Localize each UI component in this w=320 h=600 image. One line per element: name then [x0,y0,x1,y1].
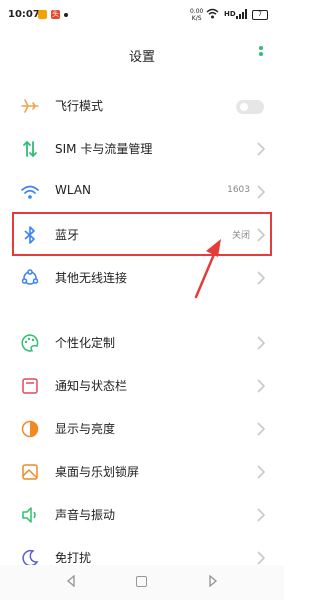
more-notifications-dot-icon [64,13,68,17]
network-type-label: HD [224,10,236,18]
network-speed-unit: K/S [191,15,202,22]
settings-row-sound[interactable]: 声音与振动 [0,493,284,537]
recents-icon[interactable] [208,575,218,587]
settings-row-sim[interactable]: SIM 卡与流量管理 [0,127,284,171]
wlan-network-name: 1603 [227,185,250,195]
network-speed-value: 0.00 [190,8,204,15]
wifi-status-icon [206,8,219,19]
chevron-right-icon [257,185,266,199]
brightness-icon [21,420,39,438]
home-icon[interactable] [136,576,147,587]
chevron-right-icon [257,465,266,479]
settings-row-display[interactable]: 显示与亮度 [0,407,284,451]
annotation-highlight-box [12,212,272,256]
notification-icon [22,378,38,394]
chevron-right-icon [257,422,266,436]
network-speed: 0.00 K/S [190,8,203,22]
chevron-right-icon [257,142,266,156]
wifi-icon [21,185,39,199]
settings-row-label: WLAN [55,183,92,197]
settings-row-label: 通知与状态栏 [55,379,128,393]
section-divider [0,302,284,312]
chevron-right-icon [257,551,266,565]
settings-row-wallpaper[interactable]: 桌面与乐划锁屏 [0,450,284,494]
airplane-icon [21,99,39,113]
airplane-mode-toggle[interactable] [236,100,264,114]
battery-icon: 7 [252,10,268,20]
connections-icon [21,269,39,285]
settings-row-label: 其他无线连接 [55,271,128,285]
sim-data-icon [23,140,37,158]
header: 设置 [0,34,284,74]
settings-row-label: 飞行模式 [55,99,104,113]
app-notification-icon [38,10,47,19]
chevron-right-icon [257,379,266,393]
settings-row-label: 免打扰 [55,551,92,565]
settings-row-label: SIM 卡与流量管理 [55,142,153,156]
chevron-right-icon [257,508,266,522]
settings-row-notification[interactable]: 通知与状态栏 [0,364,284,408]
chevron-right-icon [257,336,266,350]
more-options-icon[interactable] [258,46,264,64]
palette-icon [21,334,39,352]
sound-icon [22,507,36,523]
page-title: 设置 [128,50,155,65]
back-icon[interactable] [66,575,76,587]
wallpaper-icon [22,464,38,480]
status-bar: 10:07 头 0.00 K/S HD 7 [0,0,284,34]
system-nav-bar [0,565,284,600]
settings-row-other-wireless[interactable]: 其他无线连接 [0,256,284,300]
settings-row-airplane[interactable]: 飞行模式 [0,84,284,128]
settings-row-label: 声音与振动 [55,508,116,522]
settings-row-label: 显示与亮度 [55,422,116,436]
signal-icon [236,9,247,19]
settings-row-personalization[interactable]: 个性化定制 [0,321,284,365]
app-notification-icon: 头 [51,10,60,19]
settings-row-wlan[interactable]: WLAN 1603 [0,170,284,214]
status-time: 10:07 [8,9,40,20]
settings-row-label: 桌面与乐划锁屏 [55,465,140,479]
chevron-right-icon [257,271,266,285]
settings-row-label: 个性化定制 [55,336,116,350]
